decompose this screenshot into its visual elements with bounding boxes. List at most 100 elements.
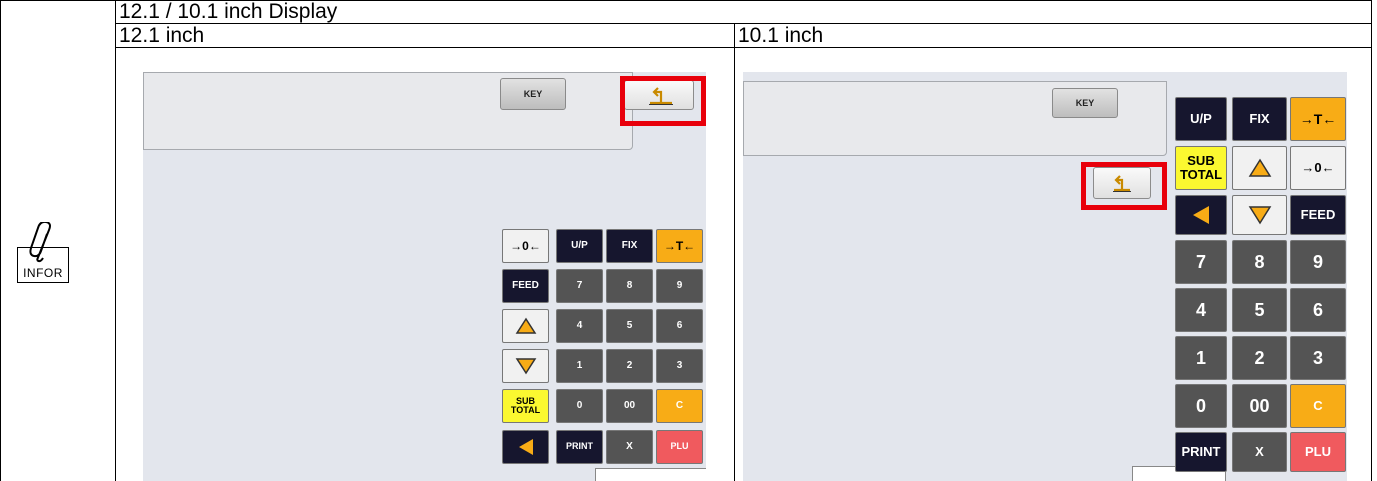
cancel-x-key-label: X	[626, 440, 633, 452]
plu-key[interactable]: PLU	[1290, 432, 1346, 472]
table-divider-subheader	[115, 47, 1372, 48]
digit-2-key-label: 2	[626, 359, 633, 371]
left-triangle-icon	[518, 439, 533, 455]
key-button[interactable]: KEY	[500, 78, 566, 110]
table-divider-mid	[734, 23, 735, 481]
return-button-highlight	[620, 76, 706, 126]
double-zero-key[interactable]: 00	[1232, 384, 1287, 428]
return-button-highlight	[1081, 162, 1167, 210]
double-zero-key-label: 00	[623, 399, 636, 411]
key-button-label: KEY	[1075, 98, 1095, 108]
subtotal-key-label: SUB TOTAL	[510, 395, 541, 415]
zero-key[interactable]: →0←	[502, 229, 549, 263]
column-header-12-inch: 12.1 inch	[119, 24, 205, 47]
cancel-x-key[interactable]: X	[1232, 432, 1287, 472]
digit-3-key[interactable]: 3	[656, 349, 703, 383]
unit-price-key-label: U/P	[571, 239, 588, 251]
section-title: 12.1 / 10.1 inch Display	[119, 0, 338, 23]
key-button-label: KEY	[523, 89, 543, 99]
zero-key-label: →0←	[1301, 160, 1335, 176]
clear-key-label: C	[1313, 398, 1323, 414]
feed-key[interactable]: FEED	[502, 269, 549, 303]
up-key[interactable]	[502, 309, 549, 343]
infor-icon: INFOR	[17, 222, 69, 284]
feed-key[interactable]: FEED	[1290, 195, 1346, 235]
print-key[interactable]: PRINT	[556, 430, 603, 464]
digit-4-key[interactable]: 4	[556, 309, 603, 343]
digit-7-key[interactable]: 7	[1175, 240, 1227, 284]
digit-2-key[interactable]: 2	[1232, 336, 1287, 380]
digit-0-key-label: 0	[1195, 395, 1206, 416]
digit-3-key-label: 3	[676, 359, 683, 371]
digit-8-key-label: 8	[1254, 251, 1265, 272]
print-key[interactable]: PRINT	[1175, 432, 1227, 472]
digit-8-key-label: 8	[626, 279, 633, 291]
clear-key[interactable]: C	[656, 389, 703, 423]
zero-key[interactable]: →0←	[1290, 146, 1346, 190]
down-triangle-icon	[515, 358, 536, 375]
fix-key-label: FIX	[621, 239, 638, 251]
print-key-label: PRINT	[566, 441, 593, 452]
plu-key-label: PLU	[1305, 444, 1331, 460]
digit-0-key-label: 0	[576, 399, 583, 411]
digit-5-key-label: 5	[1254, 299, 1265, 320]
subtotal-key[interactable]: SUB TOTAL	[502, 389, 549, 423]
digit-3-key[interactable]: 3	[1290, 336, 1346, 380]
tare-key[interactable]: →T←	[1290, 97, 1346, 141]
subtotal-key[interactable]: SUB TOTAL	[1175, 146, 1227, 190]
feed-key-label: FEED	[1300, 207, 1336, 223]
down-key[interactable]	[1232, 195, 1287, 235]
digit-7-key[interactable]: 7	[556, 269, 603, 303]
table-divider-col1	[115, 0, 116, 481]
down-triangle-icon	[1248, 206, 1271, 225]
digit-8-key[interactable]: 8	[1232, 240, 1287, 284]
fix-key[interactable]: FIX	[1232, 97, 1287, 141]
fix-key[interactable]: FIX	[606, 229, 653, 263]
digit-9-key-label: 9	[676, 279, 683, 291]
digit-5-key[interactable]: 5	[1232, 288, 1287, 332]
tare-key[interactable]: →T←	[656, 229, 703, 263]
clear-key-label: C	[675, 399, 684, 411]
digit-5-key-label: 5	[626, 319, 633, 331]
digit-1-key[interactable]: 1	[1175, 336, 1227, 380]
unit-price-key[interactable]: U/P	[1175, 97, 1227, 141]
digit-1-key[interactable]: 1	[556, 349, 603, 383]
digit-2-key[interactable]: 2	[606, 349, 653, 383]
cancel-x-key[interactable]: X	[606, 430, 653, 464]
digit-1-key-label: 1	[1195, 347, 1206, 368]
digit-2-key-label: 2	[1254, 347, 1265, 368]
back-key[interactable]	[1175, 195, 1227, 235]
digit-6-key-label: 6	[676, 319, 683, 331]
subtotal-key-label: SUB TOTAL	[1179, 153, 1223, 182]
digit-9-key-label: 9	[1312, 251, 1323, 272]
double-zero-key[interactable]: 00	[606, 389, 653, 423]
entry-box	[595, 468, 706, 481]
feed-key-label: FEED	[512, 279, 539, 291]
digit-9-key[interactable]: 9	[1290, 240, 1346, 284]
digit-9-key[interactable]: 9	[656, 269, 703, 303]
digit-0-key[interactable]: 0	[556, 389, 603, 423]
key-button[interactable]: KEY	[1052, 88, 1118, 118]
print-key-label: PRINT	[1181, 444, 1221, 460]
unit-price-key[interactable]: U/P	[556, 229, 603, 263]
back-key[interactable]	[502, 430, 549, 464]
up-key[interactable]	[1232, 146, 1287, 190]
digit-6-key[interactable]: 6	[656, 309, 703, 343]
cancel-x-key-label: X	[1255, 444, 1264, 460]
digit-3-key-label: 3	[1312, 347, 1323, 368]
digit-1-key-label: 1	[576, 359, 583, 371]
digit-0-key[interactable]: 0	[1175, 384, 1227, 428]
tare-key-label: →T←	[663, 238, 696, 253]
zero-key-label: →0←	[510, 238, 541, 253]
plu-key[interactable]: PLU	[656, 430, 703, 464]
clear-key[interactable]: C	[1290, 384, 1346, 428]
digit-4-key[interactable]: 4	[1175, 288, 1227, 332]
down-key[interactable]	[502, 349, 549, 383]
digit-8-key[interactable]: 8	[606, 269, 653, 303]
paperclip-icon	[29, 222, 51, 263]
up-triangle-icon	[515, 317, 536, 334]
digit-6-key[interactable]: 6	[1290, 288, 1346, 332]
digit-5-key[interactable]: 5	[606, 309, 653, 343]
table-border-left	[0, 0, 1, 481]
fix-key-label: FIX	[1249, 111, 1270, 127]
